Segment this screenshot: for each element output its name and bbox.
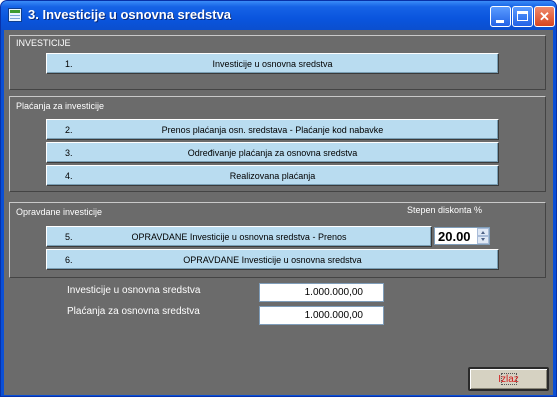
button-label: Određivanje plaćanja za osnovna sredstva xyxy=(187,148,358,158)
minimize-button[interactable] xyxy=(490,6,511,27)
spinner-buttons xyxy=(477,228,489,244)
menu-button-2[interactable]: 2. Prenos plaćanja osn. sredstava - Plać… xyxy=(46,119,499,140)
maximize-button[interactable] xyxy=(512,6,533,27)
exit-button[interactable]: Izlaz xyxy=(468,367,549,391)
discount-rate-label: Stepen diskonta % xyxy=(407,205,483,215)
main-window: 3. Investicije u osnovna sredstva ✕ INVE… xyxy=(0,0,557,397)
form-body: INVESTICIJE 1. Investicije u osnovna sre… xyxy=(4,30,553,395)
payment-total-field[interactable]: 1.000.000,00 xyxy=(259,306,384,325)
group-label: INVESTICIJE xyxy=(16,38,71,48)
close-icon: ✕ xyxy=(539,9,550,24)
payment-total-label: Plaćanja za osnovna sredstva xyxy=(67,306,200,317)
group-placanja: Plaćanja za investicije 2. Prenos plaćan… xyxy=(9,96,546,192)
group-investicije: INVESTICIJE 1. Investicije u osnovna sre… xyxy=(9,35,546,90)
close-button[interactable]: ✕ xyxy=(534,6,555,27)
menu-button-6[interactable]: 6. OPRAVDANE Investicije u osnovna sreds… xyxy=(46,249,499,270)
button-label: Prenos plaćanja osn. sredstava - Plaćanj… xyxy=(161,125,384,135)
button-label: Realizovana plaćanja xyxy=(229,171,316,181)
spin-up-icon[interactable] xyxy=(477,228,489,236)
maximize-icon xyxy=(517,11,528,21)
discount-rate-value[interactable]: 20.00 xyxy=(438,229,471,244)
exit-button-label: Izlaz xyxy=(498,374,519,385)
button-label: OPRAVDANE Investicije u osnovna sredstva xyxy=(183,255,362,265)
group-label: Opravdane investicije xyxy=(16,207,103,217)
investment-total-label: Investicije u osnovna sredstva xyxy=(67,285,201,296)
group-label: Plaćanja za investicije xyxy=(16,101,105,111)
menu-button-3[interactable]: 3. Određivanje plaćanja za osnovna sreds… xyxy=(46,142,499,163)
menu-button-4[interactable]: 4. Realizovana plaćanja xyxy=(46,165,499,186)
menu-button-5[interactable]: 5. OPRAVDANE Investicije u osnovna sreds… xyxy=(46,226,432,247)
title-bar[interactable]: 3. Investicije u osnovna sredstva ✕ xyxy=(1,1,556,30)
button-label: OPRAVDANE Investicije u osnovna sredstva… xyxy=(131,232,347,242)
discount-rate-spinner[interactable]: 20.00 xyxy=(434,227,490,245)
spin-down-icon[interactable] xyxy=(477,236,489,244)
investment-total-field[interactable]: 1.000.000,00 xyxy=(259,283,384,302)
form-window-icon xyxy=(8,8,22,22)
minimize-icon xyxy=(496,20,504,23)
window-title: 3. Investicije u osnovna sredstva xyxy=(28,7,232,22)
menu-button-1[interactable]: 1. Investicije u osnovna sredstva xyxy=(46,53,499,74)
button-label: Investicije u osnovna sredstva xyxy=(212,59,333,69)
